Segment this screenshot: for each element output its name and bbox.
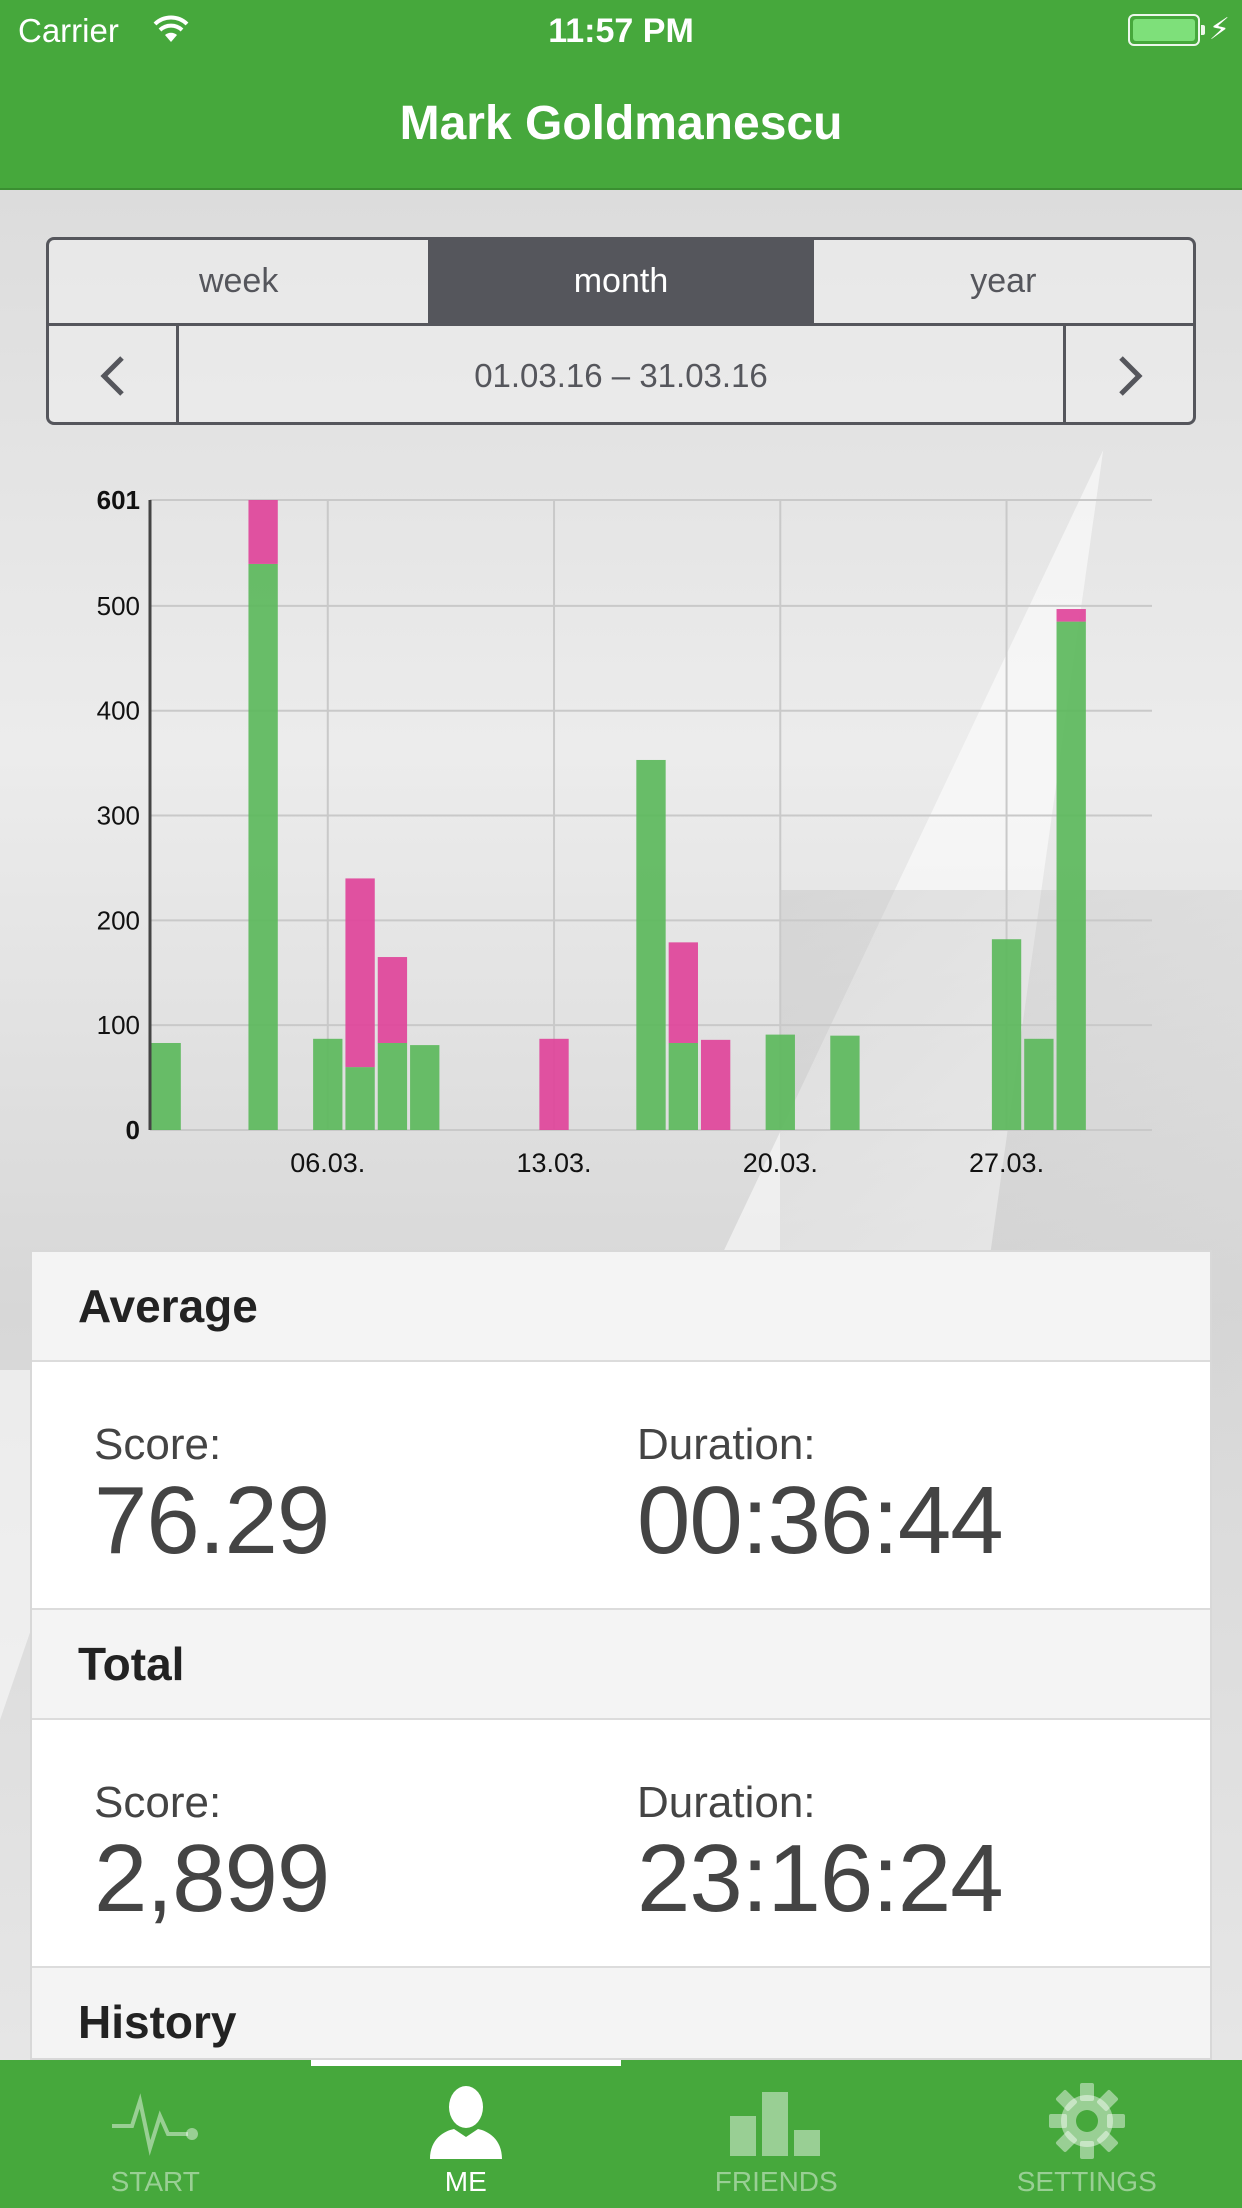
pulse-icon <box>112 2093 199 2156</box>
bar-chart-icon <box>730 2092 821 2156</box>
page-title: Mark Goldmanescu <box>399 97 843 150</box>
tab-start[interactable]: START <box>0 2060 311 2208</box>
bar-green <box>765 1034 795 1130</box>
period-selector: week month year 01.03.16 – 31.03.16 <box>46 237 1196 425</box>
tab-year[interactable]: year <box>810 240 1193 323</box>
bar-pink <box>377 957 408 1043</box>
monthly-score-chart: 0 100 200 300 400 500 601 06.03. 13.03. 20.03. 27.… <box>0 470 1242 1190</box>
stats-card: Average Score: 76.29 Duration: 00:36:44 … <box>30 1250 1212 2060</box>
y-tick-label: 100 <box>97 1010 140 1040</box>
navigation-bar: Carrier 11:57 PM ⚡ Mark Goldmanescu <box>0 0 1242 190</box>
bar-green <box>345 1067 375 1130</box>
bar-green <box>377 1042 408 1130</box>
bar-pink <box>668 942 698 1043</box>
bar-green <box>636 759 666 1130</box>
bar-green <box>668 1042 698 1130</box>
battery-icon <box>1128 14 1205 46</box>
y-tick-label: 400 <box>97 696 140 726</box>
total-duration-value: 23:16:24 <box>637 1825 1004 1932</box>
status-time: 11:57 PM <box>548 12 694 50</box>
tab-bar: START ME FRIENDS SETTINGS <box>0 2060 1242 2208</box>
y-tick-label: 601 <box>97 485 140 515</box>
gear-icon <box>1048 2083 1125 2159</box>
average-score-label: Score: <box>94 1420 222 1469</box>
bar-green <box>151 1042 181 1130</box>
tab-settings-label: SETTINGS <box>1016 2166 1157 2197</box>
y-tick-label: 300 <box>97 801 140 831</box>
y-tick-label: 500 <box>97 591 140 621</box>
average-duration-value: 00:36:44 <box>637 1467 1004 1574</box>
average-section: Score: 76.29 Duration: 00:36:44 <box>32 1362 1210 1610</box>
average-score-value: 76.29 <box>94 1467 330 1574</box>
total-score-label: Score: <box>94 1778 222 1827</box>
history-heading[interactable]: History <box>32 1968 1210 2058</box>
bar-green <box>313 1038 343 1130</box>
total-score-value: 2,899 <box>94 1825 330 1932</box>
bar-pink <box>345 878 375 1068</box>
y-tick-label: 0 <box>126 1115 140 1145</box>
tab-settings[interactable]: SETTINGS <box>932 2060 1242 2208</box>
average-heading: Average <box>32 1252 1210 1362</box>
bar-green <box>410 1045 440 1130</box>
bar-pink <box>539 1038 569 1130</box>
chevron-left-icon <box>99 355 124 396</box>
bar-green <box>830 1035 860 1130</box>
x-tick-label: 06.03. <box>290 1148 365 1178</box>
x-tick-label: 13.03. <box>516 1148 591 1178</box>
tab-start-label: START <box>110 2166 200 2197</box>
total-section: Score: 2,899 Duration: 23:16:24 <box>32 1720 1210 1968</box>
tab-friends[interactable]: FRIENDS <box>621 2060 932 2208</box>
bar-green <box>248 563 278 1130</box>
tab-me-label: ME <box>444 2166 487 2197</box>
tab-friends-label: FRIENDS <box>714 2166 838 2197</box>
tab-month[interactable]: month <box>428 240 811 323</box>
person-icon <box>429 2086 502 2159</box>
previous-period-button[interactable] <box>49 326 176 422</box>
chevron-right-icon <box>1118 355 1143 396</box>
bar-pink <box>700 1039 731 1130</box>
total-score: Score: 2,899 <box>94 1778 330 1934</box>
charging-icon: ⚡ <box>1208 13 1230 46</box>
bar-pink <box>248 500 278 564</box>
tab-me[interactable]: ME <box>310 2060 622 2208</box>
total-duration: Duration: 23:16:24 <box>637 1778 1004 1934</box>
status-bar: Carrier 11:57 PM ⚡ <box>0 0 1242 62</box>
tab-week[interactable]: week <box>49 240 428 323</box>
next-period-button[interactable] <box>1066 326 1193 422</box>
bar-green <box>1024 1038 1054 1130</box>
bar-green <box>991 939 1022 1130</box>
average-score: Score: 76.29 <box>94 1420 330 1576</box>
bar-pink <box>1056 609 1086 622</box>
x-tick-label: 27.03. <box>969 1148 1044 1178</box>
y-tick-label: 200 <box>97 905 140 935</box>
bar-green <box>1056 621 1086 1130</box>
total-heading: Total <box>32 1610 1210 1720</box>
average-duration-label: Duration: <box>637 1420 816 1469</box>
total-duration-label: Duration: <box>637 1778 816 1827</box>
average-duration: Duration: 00:36:44 <box>637 1420 1004 1576</box>
date-range-label: 01.03.16 – 31.03.16 <box>176 326 1066 422</box>
chart-svg: 0 100 200 300 400 500 601 06.03. 13.03. 20.03. 27.… <box>97 485 1152 1178</box>
x-tick-label: 20.03. <box>743 1148 818 1178</box>
